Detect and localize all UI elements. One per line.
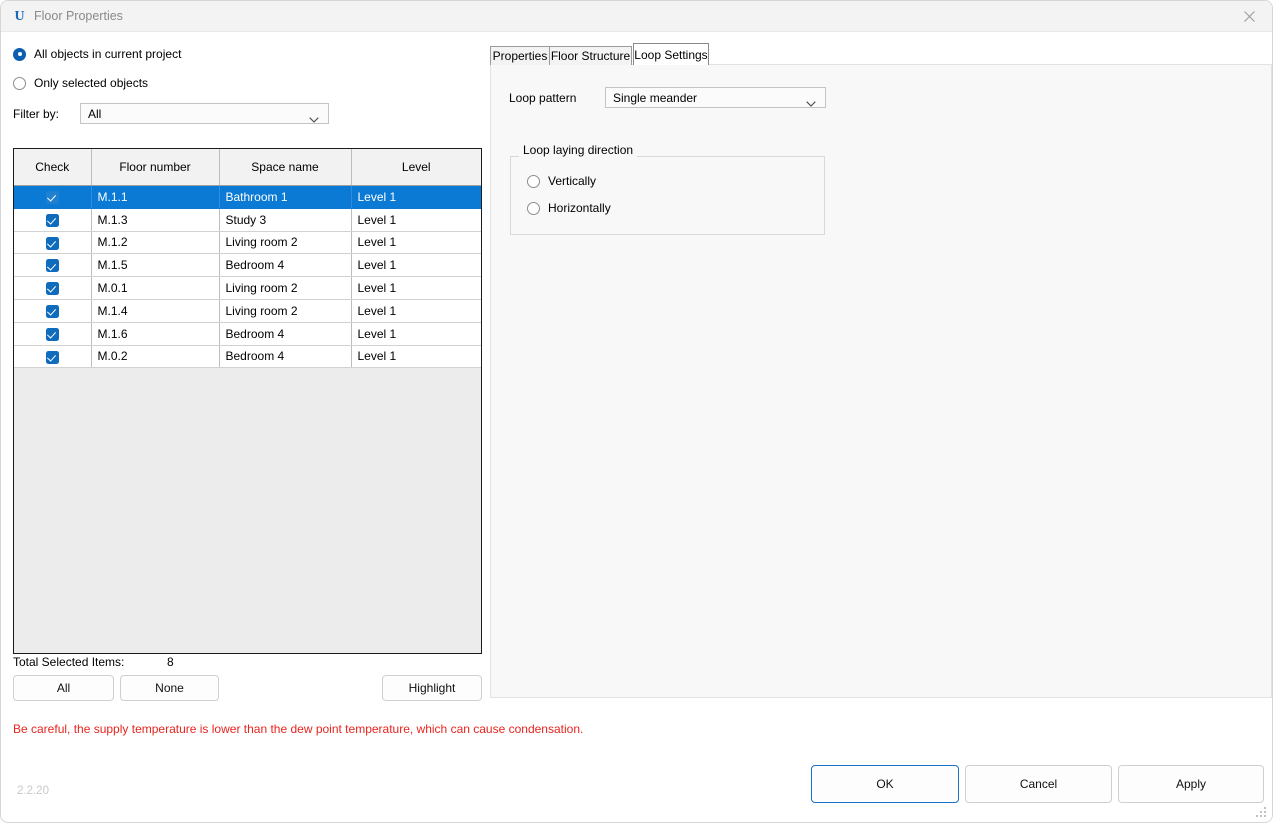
filter-by-select[interactable]: All: [80, 103, 329, 124]
tab-strip: Properties Floor Structure Loop Settings: [490, 43, 1272, 65]
table-row[interactable]: M.0.2 Bedroom 4 Level 1: [14, 345, 481, 369]
row-check-cell[interactable]: [14, 276, 92, 300]
row-level: Level 1: [351, 299, 481, 323]
scope-option-all-objects-label: All objects in current project: [34, 47, 182, 61]
row-space-name: Bathroom 1: [219, 185, 352, 209]
radio-indicator-all-objects: [13, 47, 26, 61]
tab-loop-settings[interactable]: Loop Settings: [633, 43, 709, 65]
loop-pattern-select[interactable]: Single meander: [605, 87, 826, 108]
column-header-check[interactable]: Check: [14, 149, 92, 186]
app-logo-icon: U: [14, 8, 25, 24]
row-level: Level 1: [351, 185, 481, 209]
direction-option-horizontally-label: Horizontally: [548, 201, 611, 215]
column-header-floor-number[interactable]: Floor number: [91, 149, 220, 186]
row-check-cell[interactable]: [14, 208, 92, 232]
row-floor-number: M.1.4: [91, 299, 220, 323]
row-floor-number: M.1.2: [91, 231, 220, 255]
table-row[interactable]: M.1.4 Living room 2 Level 1: [14, 299, 481, 323]
row-check-cell[interactable]: [14, 231, 92, 255]
table-body: M.1.1 Bathroom 1 Level 1 M.1.3 Study 3 Level …: [14, 185, 481, 369]
direction-option-vertically-label: Vertically: [548, 174, 597, 188]
row-space-name: Bedroom 4: [219, 322, 352, 346]
row-space-name: Living room 2: [219, 276, 352, 300]
checkbox-checked-icon[interactable]: [45, 282, 59, 296]
row-level: Level 1: [351, 276, 481, 300]
floors-table[interactable]: Check Floor number Space name Level M.1.…: [13, 148, 482, 654]
column-header-space-name[interactable]: Space name: [219, 149, 352, 186]
row-check-cell[interactable]: [14, 299, 92, 323]
title-bar: U Floor Properties: [1, 1, 1272, 32]
checkbox-checked-icon[interactable]: [45, 191, 59, 205]
row-level: Level 1: [351, 231, 481, 255]
row-space-name: Living room 2: [219, 299, 352, 323]
row-floor-number: M.0.1: [91, 276, 220, 300]
row-floor-number: M.0.2: [91, 345, 220, 369]
row-check-cell[interactable]: [14, 322, 92, 346]
cancel-button[interactable]: Cancel: [965, 765, 1112, 803]
row-level: Level 1: [351, 253, 481, 278]
loop-laying-direction-title: Loop laying direction: [519, 143, 638, 157]
ok-button[interactable]: OK: [811, 765, 959, 803]
apply-button[interactable]: Apply: [1118, 765, 1264, 803]
row-check-cell[interactable]: [14, 185, 92, 209]
chevron-down-icon: [309, 112, 319, 126]
loop-pattern-value: Single meander: [613, 90, 698, 105]
table-row[interactable]: M.1.1 Bathroom 1 Level 1: [14, 185, 481, 209]
tab-properties[interactable]: Properties: [490, 46, 550, 65]
floors-table-grid: Check Floor number Space name Level M.1.…: [14, 149, 481, 369]
tab-floor-structure[interactable]: Floor Structure: [549, 46, 632, 65]
radio-indicator-vertically: [527, 174, 540, 188]
scope-option-only-selected[interactable]: Only selected objects: [13, 76, 148, 90]
row-level: Level 1: [351, 345, 481, 369]
highlight-button[interactable]: Highlight: [382, 675, 482, 701]
chevron-down-icon: [806, 96, 816, 110]
row-floor-number: M.1.5: [91, 253, 220, 278]
scope-option-only-selected-label: Only selected objects: [34, 76, 149, 90]
table-row[interactable]: M.1.2 Living room 2 Level 1: [14, 231, 481, 255]
floor-properties-dialog: U Floor Properties All objects in curren…: [0, 0, 1273, 823]
table-row[interactable]: M.1.6 Bedroom 4 Level 1: [14, 322, 481, 346]
scope-option-all-objects[interactable]: All objects in current project: [13, 47, 181, 61]
checkbox-checked-icon[interactable]: [45, 236, 59, 250]
row-space-name: Bedroom 4: [219, 345, 352, 369]
select-none-button[interactable]: None: [120, 675, 219, 701]
radio-indicator-horizontally: [527, 201, 540, 215]
row-floor-number: M.1.1: [91, 185, 220, 209]
direction-option-vertically[interactable]: Vertically: [527, 174, 596, 188]
table-header-row: Check Floor number Space name Level: [14, 149, 481, 186]
select-all-button[interactable]: All: [13, 675, 114, 701]
checkbox-checked-icon[interactable]: [45, 305, 59, 319]
radio-indicator-only-selected: [13, 76, 26, 90]
row-check-cell[interactable]: [14, 345, 92, 369]
total-selected-label: Total Selected Items:: [13, 655, 125, 669]
direction-option-horizontally[interactable]: Horizontally: [527, 201, 611, 215]
table-row[interactable]: M.1.3 Study 3 Level 1: [14, 208, 481, 232]
window-title: Floor Properties: [34, 9, 123, 23]
row-floor-number: M.1.6: [91, 322, 220, 346]
row-level: Level 1: [351, 322, 481, 346]
row-check-cell[interactable]: [14, 253, 92, 278]
loop-pattern-label: Loop pattern: [509, 91, 577, 105]
version-label: 2.2.20: [17, 785, 49, 797]
table-row[interactable]: M.0.1 Living room 2 Level 1: [14, 276, 481, 300]
close-button[interactable]: [1226, 1, 1272, 32]
row-space-name: Study 3: [219, 208, 352, 232]
row-level: Level 1: [351, 208, 481, 232]
checkbox-checked-icon[interactable]: [45, 327, 59, 341]
filter-by-value: All: [88, 106, 102, 121]
column-header-level[interactable]: Level: [351, 149, 481, 186]
condensation-warning-message: Be careful, the supply temperature is lo…: [13, 722, 584, 736]
checkbox-checked-icon[interactable]: [45, 213, 59, 227]
checkbox-checked-icon[interactable]: [45, 259, 59, 273]
close-icon: [1243, 11, 1255, 22]
row-space-name: Bedroom 4: [219, 253, 352, 278]
table-row[interactable]: M.1.5 Bedroom 4 Level 1: [14, 253, 481, 278]
row-space-name: Living room 2: [219, 231, 352, 255]
checkbox-checked-icon[interactable]: [45, 350, 59, 364]
resize-grip[interactable]: [1256, 807, 1268, 819]
loop-laying-direction-group: [510, 156, 825, 235]
row-floor-number: M.1.3: [91, 208, 220, 232]
filter-by-label: Filter by:: [13, 107, 60, 121]
total-selected-value: 8: [167, 655, 174, 669]
